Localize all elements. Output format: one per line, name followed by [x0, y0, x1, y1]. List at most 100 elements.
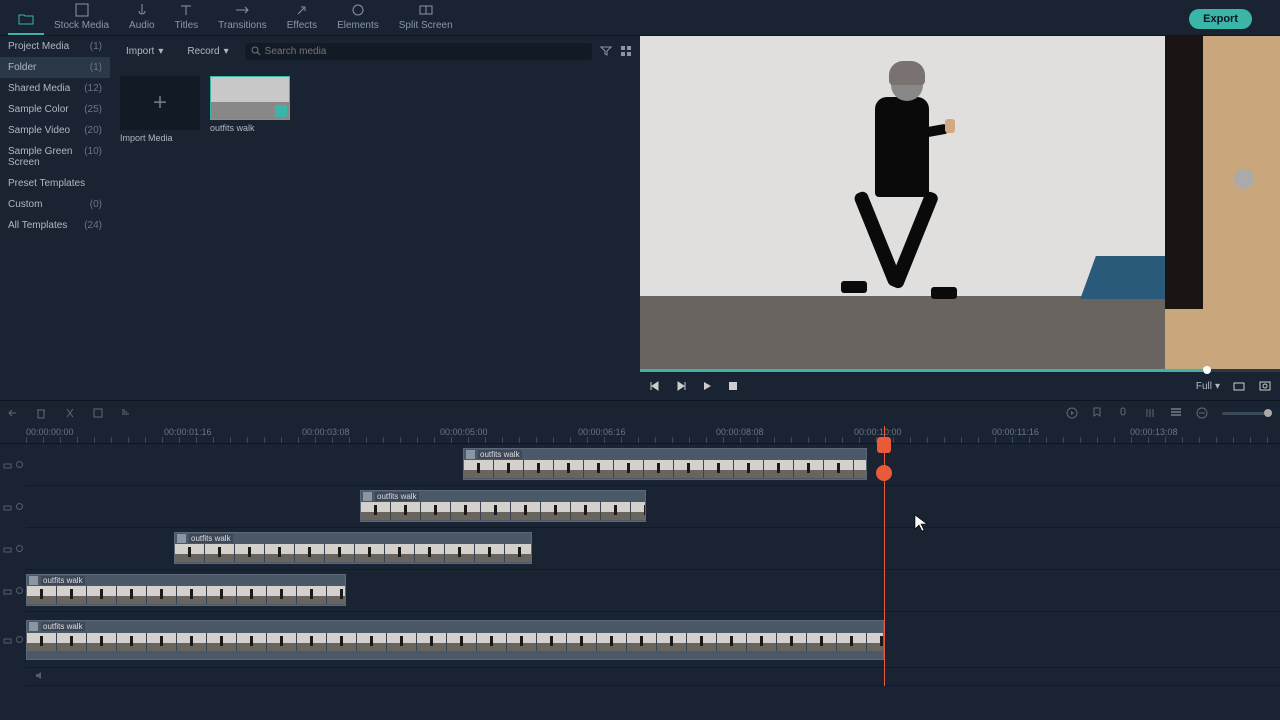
tab-media[interactable] [8, 9, 44, 35]
eye-icon[interactable] [15, 635, 24, 644]
sidebar-item-all-templates[interactable]: All Templates(24) [0, 215, 110, 236]
main-area: Project Media(1) Folder(1) Shared Media(… [0, 36, 1280, 400]
tab-label: Titles [175, 20, 199, 31]
filter-icon[interactable] [600, 46, 612, 56]
voiceover-button[interactable] [1118, 407, 1132, 421]
thumbnail-image [210, 76, 290, 120]
audio-track[interactable] [26, 668, 1280, 686]
preview-scrubber[interactable] [640, 369, 1280, 372]
zoom-handle[interactable] [1264, 409, 1272, 417]
chevron-down-icon: ▾ [1215, 381, 1220, 392]
video-track-5[interactable]: outfits walk [26, 444, 1280, 486]
tab-audio[interactable]: Audio [119, 0, 165, 35]
timeline-clip[interactable]: outfits walk [463, 448, 867, 480]
sidebar-item-count: (1) [90, 41, 102, 52]
sidebar-item-shared-media[interactable]: Shared Media(12) [0, 78, 110, 99]
zoom-slider[interactable] [1222, 412, 1272, 415]
sidebar-item-label: Shared Media [8, 83, 70, 94]
tab-elements[interactable]: Elements [327, 0, 389, 35]
preview-video[interactable] [640, 36, 1280, 369]
media-panel: Import▾ Record▾ + Import Media outfits w… [110, 36, 640, 400]
import-media-tile[interactable]: + Import Media [120, 76, 200, 143]
video-track-1[interactable]: Freeze Frameoutfits walk [26, 612, 1280, 668]
tab-label: Audio [129, 20, 155, 31]
preview-controls: Full▾ [640, 372, 1280, 400]
snapshot-button[interactable] [1232, 379, 1246, 393]
video-track-2[interactable]: outfits walk [26, 570, 1280, 612]
clip-label: outfits walk [478, 450, 522, 459]
stop-button[interactable] [726, 379, 740, 393]
ruler-timestamp: 00:00:11:16 [992, 427, 1039, 437]
tracks: outfits walk outfits walk outfits walk o… [0, 444, 1280, 686]
video-icon [29, 576, 38, 585]
eye-icon[interactable] [15, 502, 24, 511]
fullscreen-button[interactable] [1258, 379, 1272, 393]
split-button[interactable] [64, 407, 78, 421]
ruler-timestamp: 00:00:10:00 [854, 427, 902, 437]
timeline-ruler[interactable]: 00:00:00:0000:00:01:1600:00:03:0800:00:0… [0, 426, 1280, 444]
speaker-icon[interactable] [35, 671, 44, 680]
grid-view-icon[interactable] [620, 45, 632, 57]
eye-icon[interactable] [15, 544, 24, 553]
tab-transitions[interactable]: Transitions [208, 0, 277, 35]
video-track-4[interactable]: outfits walk [26, 486, 1280, 528]
eye-icon[interactable] [15, 586, 24, 595]
crop-button[interactable] [92, 407, 106, 421]
render-button[interactable] [1066, 407, 1080, 421]
timeline-toolbar [0, 400, 1280, 426]
quality-label: Full [1196, 381, 1212, 392]
ruler-timestamp: 00:00:08:08 [716, 427, 764, 437]
play-button[interactable] [700, 379, 714, 393]
sidebar-item-sample-color[interactable]: Sample Color(25) [0, 99, 110, 120]
search-input[interactable] [265, 46, 586, 57]
sidebar-item-custom[interactable]: Custom(0) [0, 194, 110, 215]
tab-effects[interactable]: Effects [277, 0, 327, 35]
prev-frame-button[interactable] [648, 379, 662, 393]
video-frame [640, 36, 1280, 369]
next-frame-button[interactable] [674, 379, 688, 393]
playhead[interactable] [884, 426, 885, 686]
record-button[interactable]: Record▾ [179, 43, 236, 60]
mixer-button[interactable] [1144, 407, 1158, 421]
timeline-clip[interactable]: Freeze Frameoutfits walk [26, 620, 884, 660]
zoom-out-button[interactable] [1196, 407, 1210, 421]
undo-button[interactable] [8, 407, 22, 421]
clip-label: outfits walk [375, 492, 419, 501]
search-box[interactable] [245, 43, 592, 60]
video-track-3[interactable]: outfits walk [26, 528, 1280, 570]
sidebar-item-sample-green-screen[interactable]: Sample Green Screen(10) [0, 141, 110, 173]
media-clip-thumbnail[interactable]: outfits walk [210, 76, 290, 143]
tab-label: Transitions [218, 20, 267, 31]
marker-button[interactable] [1092, 407, 1106, 421]
lock-icon[interactable] [3, 502, 12, 511]
lock-icon[interactable] [3, 635, 12, 644]
tab-titles[interactable]: Titles [165, 0, 209, 35]
tab-stock-media[interactable]: Stock Media [44, 0, 119, 35]
scissor-icon[interactable] [876, 465, 892, 481]
media-toolbar: Import▾ Record▾ [110, 36, 640, 66]
sidebar-item-preset-templates[interactable]: Preset Templates [0, 173, 110, 194]
playback-quality-dropdown[interactable]: Full▾ [1196, 381, 1220, 392]
timeline-clip[interactable]: outfits walk [26, 574, 346, 606]
sidebar-item-sample-video[interactable]: Sample Video(20) [0, 120, 110, 141]
timeline-clip[interactable]: outfits walk [174, 532, 532, 564]
lock-icon[interactable] [3, 460, 12, 469]
delete-button[interactable] [36, 407, 50, 421]
audio-icon [134, 2, 150, 18]
top-toolbar: Stock Media Audio Titles Transitions Eff… [0, 0, 1280, 36]
import-button[interactable]: Import▾ [118, 43, 171, 60]
eye-icon[interactable] [15, 460, 24, 469]
playhead-knob[interactable] [877, 437, 891, 453]
sidebar-item-project-media[interactable]: Project Media(1) [0, 36, 110, 57]
speed-button[interactable] [120, 407, 134, 421]
sidebar-item-label: Sample Green Screen [8, 146, 84, 168]
lock-icon[interactable] [3, 586, 12, 595]
effects-icon [294, 2, 310, 18]
timeline-clip[interactable]: outfits walk [360, 490, 646, 522]
export-button[interactable]: Export [1189, 9, 1252, 29]
transitions-icon [234, 2, 250, 18]
lock-icon[interactable] [3, 544, 12, 553]
sidebar-item-folder[interactable]: Folder(1) [0, 57, 110, 78]
track-manager-button[interactable] [1170, 407, 1184, 421]
tab-split-screen[interactable]: Split Screen [389, 0, 463, 35]
